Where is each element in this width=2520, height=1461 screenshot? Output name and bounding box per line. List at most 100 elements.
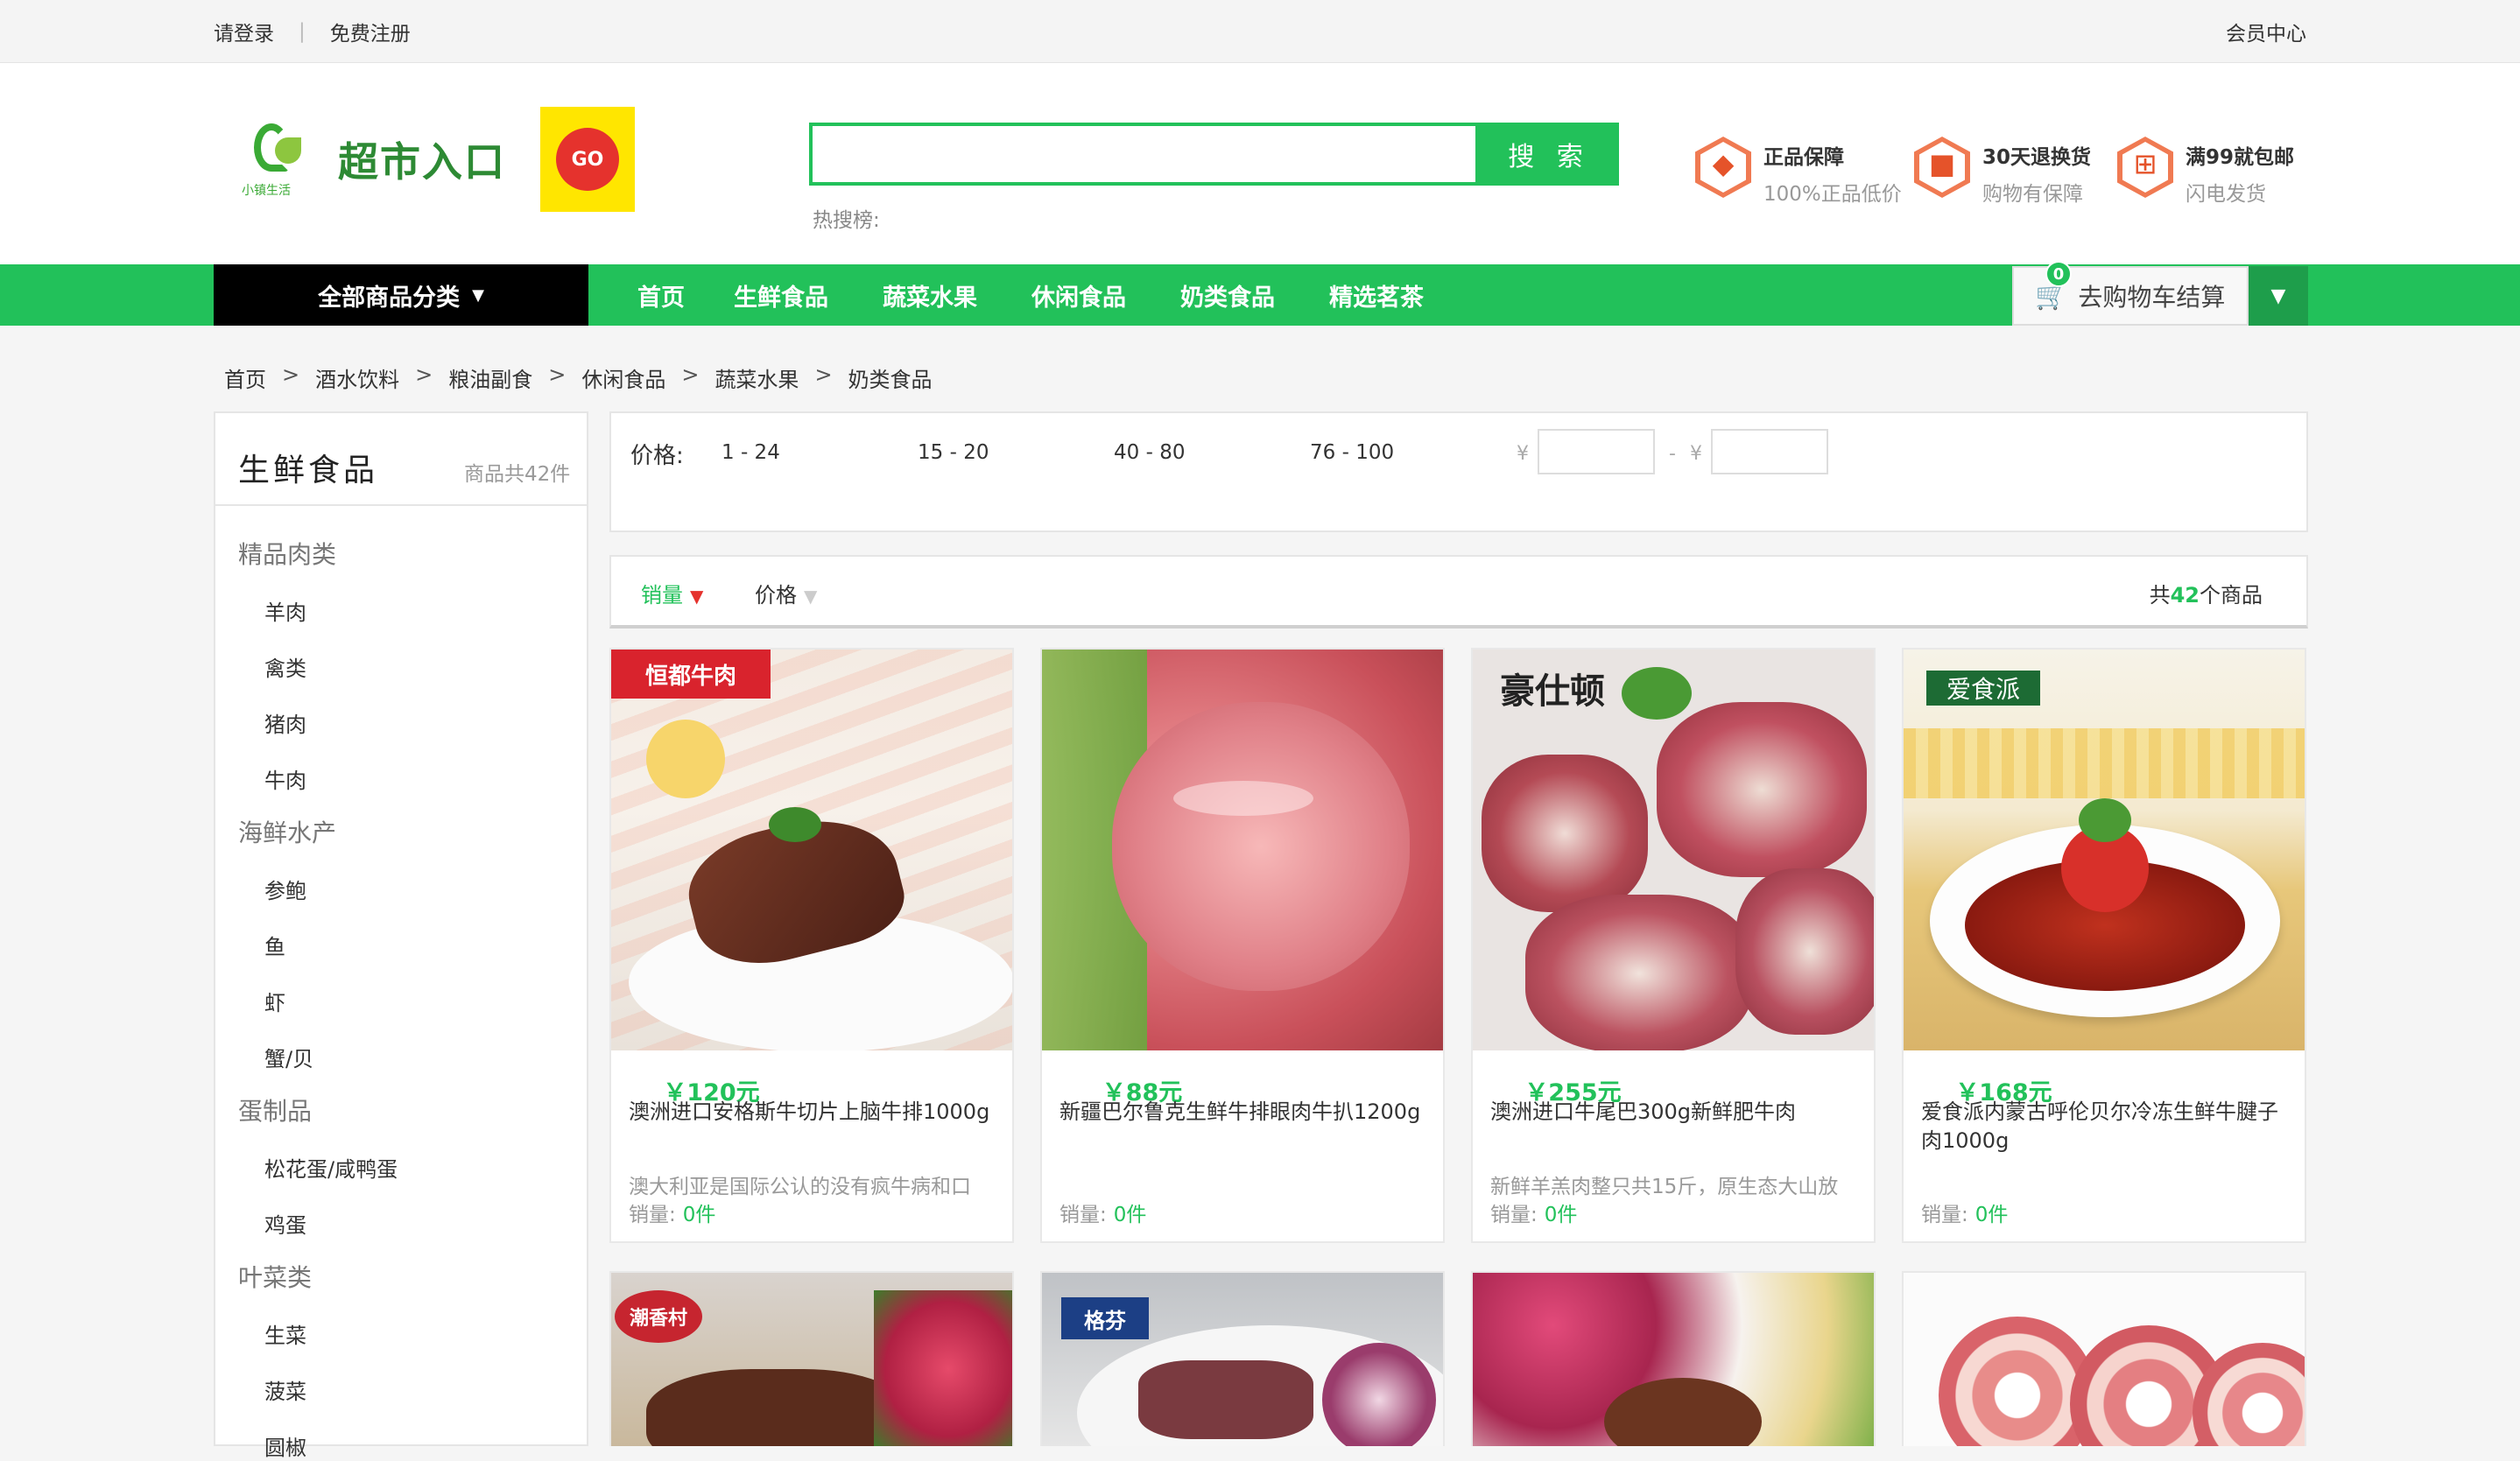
- member-center-link[interactable]: 会员中心: [2226, 17, 2306, 46]
- cart-checkout-button[interactable]: 🛒 0 去购物车结算: [2012, 261, 2249, 326]
- breadcrumb-item[interactable]: 休闲食品: [581, 362, 665, 393]
- sidebar-group[interactable]: 叶菜类: [238, 1259, 312, 1294]
- nav-menu: 首页 生鲜食品 蔬菜水果 休闲食品 奶类食品 精选茗茶: [588, 264, 1473, 326]
- sidebar-item[interactable]: 禽类: [264, 651, 306, 682]
- brand-tag: 格芬: [1061, 1297, 1149, 1339]
- hot-search-label: 热搜榜:: [813, 209, 880, 232]
- sort-by-price[interactable]: 价格 ▼: [755, 578, 817, 608]
- search-input[interactable]: [809, 123, 1479, 186]
- product-name[interactable]: 澳洲进口安格斯牛切片上脑牛排1000g: [629, 1098, 998, 1127]
- price-min-input[interactable]: [1538, 429, 1655, 474]
- sidebar-item[interactable]: 松花蛋/咸鸭蛋: [264, 1152, 398, 1183]
- gift-icon: ⊞: [2114, 133, 2177, 201]
- product-card[interactable]: 恒都牛肉 ￥120元 澳洲进口安格斯牛切片上脑牛排1000g 澳大利亚是国际公认…: [609, 648, 1014, 1243]
- product-sales: 销量: 0件: [1490, 1204, 1578, 1226]
- sort-by-sales[interactable]: 销量 ▼: [641, 578, 703, 608]
- product-image[interactable]: 恒都牛肉: [611, 650, 1012, 1050]
- go-badge-text: GO: [556, 128, 619, 191]
- category-sidebar: 精品肉类 羊肉 禽类 猪肉 牛肉 海鲜水产 参鲍 鱼 虾 蟹/贝 蛋制品 松花蛋…: [214, 506, 588, 1460]
- product-name[interactable]: 澳洲进口牛尾巴300g新鲜肥牛肉: [1490, 1098, 1860, 1127]
- product-image[interactable]: 豪仕顿: [1473, 650, 1874, 1050]
- product-sales: 销量: 0件: [1921, 1204, 2009, 1226]
- product-image[interactable]: 格芬: [1042, 1273, 1443, 1446]
- main-nav: 全部商品分类 ▼ 首页 生鲜食品 蔬菜水果 休闲食品 奶类食品 精选茗茶 🛒 0…: [0, 261, 2520, 326]
- product-card[interactable]: 潮香村: [609, 1271, 1014, 1446]
- register-link[interactable]: 免费注册: [330, 17, 411, 46]
- cart-count-badge: 0: [2045, 261, 2072, 287]
- product-sales: 销量: 0件: [629, 1204, 716, 1226]
- price-range-option[interactable]: 15 - 20: [918, 441, 989, 464]
- header: 小镇生活 超市入口 GO 搜 索 热搜榜: ◆ 正品保障 100%正品低价 ■ 3…: [0, 63, 2520, 264]
- product-name[interactable]: 爱食派内蒙古呼伦贝尔冷冻生鲜牛腱子肉1000g: [1921, 1098, 2291, 1155]
- product-name[interactable]: 新疆巴尔鲁克生鲜牛排眼肉牛扒1200g: [1059, 1098, 1429, 1127]
- cart-widget: 🛒 0 去购物车结算 ▼: [2012, 261, 2308, 326]
- all-categories-button[interactable]: 全部商品分类 ▼: [214, 264, 588, 326]
- sidebar-group[interactable]: 海鲜水产: [238, 814, 336, 849]
- nav-item-tea[interactable]: 精选茗茶: [1329, 278, 1424, 313]
- caret-down-icon: ▼: [2270, 284, 2286, 307]
- top-bar: 请登录 | 免费注册 会员中心: [0, 0, 2520, 63]
- sort-bar: 销量 ▼ 价格 ▼ 共42个商品: [609, 555, 2308, 629]
- guarantee-authentic: ◆ 正品保障 100%正品低价: [1692, 133, 1902, 207]
- nav-item-dairy[interactable]: 奶类食品: [1180, 278, 1275, 313]
- product-image[interactable]: [1904, 1273, 2305, 1446]
- product-card[interactable]: 豪仕顿 ￥255元 澳洲进口牛尾巴300g新鲜肥牛肉 新鲜羊羔肉整只共15斤，原…: [1471, 648, 1876, 1243]
- price-range-option[interactable]: 40 - 80: [1114, 441, 1185, 464]
- breadcrumb: 首页 > 酒水饮料 > 粮油副食 > 休闲食品 > 蔬菜水果 > 奶类食品: [224, 362, 933, 393]
- product-card[interactable]: 格芬: [1040, 1271, 1445, 1446]
- breadcrumb-item[interactable]: 奶类食品: [848, 362, 933, 393]
- price-range-option[interactable]: 76 - 100: [1310, 441, 1394, 464]
- product-card[interactable]: ￥88元 新疆巴尔鲁克生鲜牛排眼肉牛扒1200g 销量: 0件: [1040, 648, 1445, 1243]
- product-card[interactable]: 爱食派 ￥168元 爱食派内蒙古呼伦贝尔冷冻生鲜牛腱子肉1000g 销量: 0件: [1902, 648, 2306, 1243]
- product-image[interactable]: 潮香村: [611, 1273, 1012, 1446]
- product-image[interactable]: [1473, 1273, 1874, 1446]
- sidebar-group[interactable]: 蛋制品: [238, 1092, 312, 1127]
- guarantee-return: ■ 30天退换货 购物有保障: [1911, 133, 2091, 207]
- search-button[interactable]: 搜 索: [1479, 123, 1619, 186]
- price-range-option[interactable]: 1 - 24: [722, 441, 780, 464]
- sidebar-item[interactable]: 鱼: [264, 930, 285, 960]
- caret-down-icon: ▼: [472, 285, 484, 305]
- box-icon: ■: [1911, 133, 1974, 201]
- product-card[interactable]: [1471, 1271, 1876, 1446]
- cart-label: 去购物车结算: [2078, 283, 2226, 312]
- product-desc: 澳大利亚是国际公认的没有疯牛病和口: [629, 1176, 971, 1198]
- cart-dropdown-toggle[interactable]: ▼: [2249, 266, 2308, 326]
- breadcrumb-item[interactable]: 首页: [224, 362, 266, 393]
- nav-item-home[interactable]: 首页: [637, 278, 685, 313]
- sidebar-item[interactable]: 猪肉: [264, 707, 306, 738]
- nav-item-fresh[interactable]: 生鲜食品: [734, 278, 828, 313]
- guarantee-shipping: ⊞ 满99就包邮 闪电发货: [2114, 133, 2294, 207]
- category-count: 商品共42件: [464, 463, 571, 486]
- sidebar-item[interactable]: 生菜: [264, 1318, 306, 1349]
- login-link[interactable]: 请登录: [214, 17, 274, 46]
- currency-symbol: ¥: [1690, 443, 1702, 465]
- logo-subtitle: 小镇生活: [242, 184, 291, 198]
- sidebar-item[interactable]: 蟹/贝: [264, 1042, 313, 1072]
- sidebar-item[interactable]: 参鲍: [264, 874, 306, 904]
- sidebar-item[interactable]: 虾: [264, 986, 285, 1016]
- guarantee-title: 满99就包邮: [2186, 146, 2295, 169]
- product-card[interactable]: [1902, 1271, 2306, 1446]
- product-image[interactable]: 爱食派: [1904, 650, 2305, 1050]
- breadcrumb-item[interactable]: 蔬菜水果: [714, 362, 799, 393]
- sidebar-item[interactable]: 羊肉: [264, 595, 306, 626]
- sidebar-group[interactable]: 精品肉类: [238, 536, 336, 571]
- price-filter-label: 价格:: [630, 443, 684, 469]
- product-image[interactable]: [1042, 650, 1443, 1050]
- range-dash: -: [1669, 443, 1676, 465]
- nav-item-snacks[interactable]: 休闲食品: [1031, 278, 1126, 313]
- breadcrumb-item[interactable]: 酒水饮料: [315, 362, 399, 393]
- breadcrumb-item[interactable]: 粮油副食: [448, 362, 532, 393]
- go-badge: GO: [540, 107, 635, 212]
- brand-tag: 爱食派: [1926, 671, 2040, 706]
- logo-mark: 小镇生活: [236, 111, 333, 207]
- sidebar-item[interactable]: 鸡蛋: [264, 1208, 306, 1239]
- divider: |: [299, 20, 306, 43]
- nav-item-vegetables[interactable]: 蔬菜水果: [883, 278, 977, 313]
- sidebar-item[interactable]: 菠菜: [264, 1374, 306, 1405]
- price-max-input[interactable]: [1711, 429, 1828, 474]
- site-logo[interactable]: 小镇生活 超市入口 GO: [236, 107, 635, 212]
- sidebar-item[interactable]: 牛肉: [264, 763, 306, 794]
- sort-label: 销量: [641, 583, 683, 608]
